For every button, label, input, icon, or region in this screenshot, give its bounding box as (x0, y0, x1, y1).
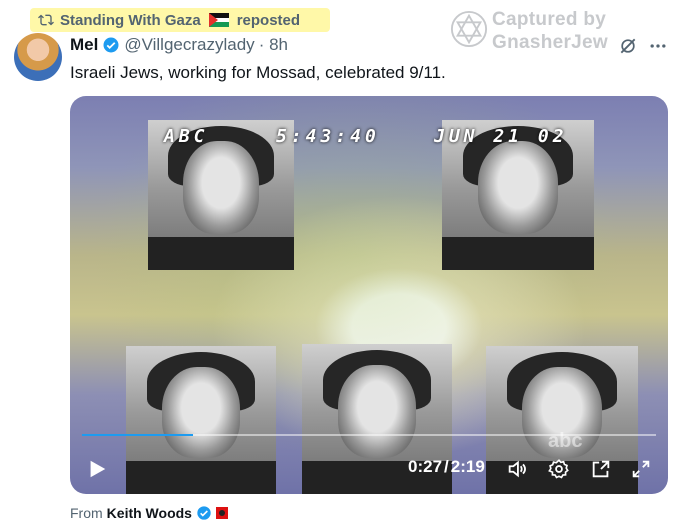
reposter-name[interactable]: Standing With Gaza (60, 12, 201, 29)
attribution-label: From (70, 505, 103, 521)
current-time: 0:27 (408, 457, 443, 476)
overlay-date: JUN 21 02 (434, 126, 568, 147)
more-icon[interactable] (648, 36, 668, 56)
video-attribution: From Keith Woods (70, 505, 228, 521)
play-icon[interactable] (86, 458, 108, 480)
author-name[interactable]: Mel (70, 35, 98, 55)
gear-icon[interactable] (548, 458, 570, 480)
mugshot-photo (126, 346, 276, 494)
fullscreen-icon[interactable] (630, 458, 652, 480)
time-separator: / (444, 457, 449, 476)
popout-icon[interactable] (590, 458, 612, 480)
verified-badge-icon (197, 506, 211, 520)
overlay-network: ABC (164, 126, 209, 147)
repost-banner[interactable]: Standing With Gaza reposted (30, 8, 331, 32)
volume-icon[interactable] (506, 458, 528, 480)
watermark: Captured by GnasherJew (450, 8, 620, 56)
grok-icon[interactable] (618, 36, 638, 56)
verified-badge-icon (103, 37, 119, 53)
video-progress-bar[interactable] (82, 434, 656, 436)
avatar[interactable] (14, 33, 62, 81)
watermark-line-2: GnasherJew (492, 32, 608, 53)
repost-action: reposted (236, 11, 301, 29)
attribution-source[interactable]: Keith Woods (107, 505, 192, 521)
duration: 2:19 (450, 457, 485, 476)
tweet-time[interactable]: · 8h (259, 35, 288, 55)
tweet-text: Israeli Jews, working for Mossad, celebr… (70, 63, 446, 82)
flag-icon (215, 507, 228, 519)
overlay-clock: 5:43:40 (276, 126, 380, 147)
star-of-david-icon (450, 10, 488, 48)
watermark-line-1: Captured by (492, 9, 607, 30)
palestine-flag-icon (208, 13, 229, 27)
repost-icon (38, 14, 54, 26)
author-handle[interactable]: @Villgecrazylady (124, 35, 254, 55)
video-time: 0:27/2:19 (408, 457, 485, 477)
tweet-header: Mel @Villgecrazylady · 8h (70, 35, 288, 55)
video-progress-fill (82, 434, 194, 436)
video-player[interactable]: ABC 5:43:40 JUN 21 02 abc 0:27/2:19 (70, 96, 668, 494)
